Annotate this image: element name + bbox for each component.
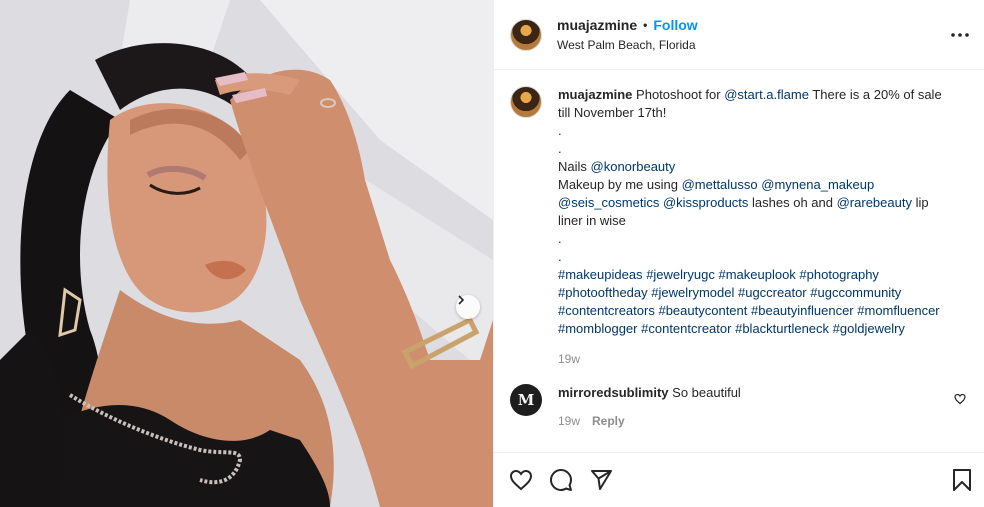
like-button[interactable]: [508, 467, 534, 493]
more-icon: [951, 33, 969, 37]
caption-nails-line: Nails @konorbeauty: [558, 158, 948, 176]
save-button[interactable]: [949, 467, 975, 493]
comment-like-button[interactable]: [954, 392, 966, 405]
comment-timestamp[interactable]: 19w: [558, 414, 580, 428]
author-row: muajazmine • Follow: [557, 17, 698, 33]
caption-dot: .: [558, 141, 562, 156]
commenter-username[interactable]: mirroredsublimity: [558, 385, 669, 400]
author-username[interactable]: muajazmine: [557, 17, 637, 33]
bookmark-icon: [953, 469, 971, 491]
post-image-illustration: [0, 0, 493, 507]
separator-dot: •: [643, 18, 648, 32]
caption-dot: .: [558, 123, 562, 138]
hashtag-link[interactable]: #momblogger: [558, 321, 638, 336]
commenter-avatar[interactable]: M: [510, 384, 542, 416]
post-location[interactable]: West Palm Beach, Florida: [557, 38, 698, 52]
hashtag-link[interactable]: #photography: [799, 267, 879, 282]
caption-text-span: Photoshoot for: [636, 87, 725, 102]
mention-link[interactable]: @mynena_makeup: [761, 177, 874, 192]
mention-link[interactable]: @start.a.flame: [724, 87, 809, 102]
hashtag-link[interactable]: #contentcreator: [641, 321, 731, 336]
carousel-next-button[interactable]: [456, 295, 480, 319]
caption-hashtags: #makeupideas #jewelryugc #makeuplook #ph…: [558, 266, 948, 338]
hashtag-link[interactable]: #beautyinfluencer: [751, 303, 854, 318]
caption-line-1: muajazmine Photoshoot for @start.a.flame…: [558, 86, 948, 122]
reply-button[interactable]: Reply: [592, 414, 625, 428]
hashtag-link[interactable]: #goldjewelry: [833, 321, 905, 336]
post-caption: muajazmine Photoshoot for @start.a.flame…: [510, 86, 968, 368]
comment-text: So beautiful: [672, 385, 741, 400]
hashtag-link[interactable]: #momfluencer: [857, 303, 939, 318]
mention-link[interactable]: @kissproducts: [663, 195, 748, 210]
comments-section: muajazmine Photoshoot for @start.a.flame…: [494, 70, 984, 454]
comment-icon: [550, 469, 572, 491]
author-avatar[interactable]: [510, 18, 542, 51]
hashtag-link[interactable]: #beautycontent: [658, 303, 747, 318]
hashtag-link[interactable]: #ugccommunity: [810, 285, 901, 300]
caption-text-span: lashes oh and: [748, 195, 837, 210]
follow-button[interactable]: Follow: [653, 17, 697, 33]
caption-username[interactable]: muajazmine: [558, 87, 632, 102]
comment-text-row: mirroredsublimity So beautiful: [558, 384, 938, 402]
caption-text: muajazmine Photoshoot for @start.a.flame…: [558, 86, 948, 368]
mention-link[interactable]: @rarebeauty: [837, 195, 912, 210]
mention-link[interactable]: @konorbeauty: [591, 159, 676, 174]
post-side-panel: muajazmine • Follow West Palm Beach, Flo…: [493, 0, 984, 507]
comment-button[interactable]: [548, 467, 574, 493]
author-info: muajazmine • Follow West Palm Beach, Flo…: [557, 17, 698, 52]
hashtag-link[interactable]: #jewelrymodel: [651, 285, 734, 300]
hashtag-link[interactable]: #makeupideas: [558, 267, 643, 282]
hashtag-link[interactable]: #jewelryugc: [646, 267, 715, 282]
hashtag-link[interactable]: #contentcreators: [558, 303, 655, 318]
comment-item: M mirroredsublimity So beautiful 19w Repl…: [510, 384, 968, 430]
hashtag-link[interactable]: #blackturtleneck: [735, 321, 829, 336]
mention-link[interactable]: @seis_cosmetics: [558, 195, 659, 210]
caption-timestamp[interactable]: 19w: [558, 350, 948, 368]
caption-text-span: Nails: [558, 159, 591, 174]
mention-link[interactable]: @mettalusso: [682, 177, 758, 192]
post-header: muajazmine • Follow West Palm Beach, Flo…: [494, 0, 984, 70]
hashtag-link[interactable]: #photooftheday: [558, 285, 648, 300]
caption-makeup-line: Makeup by me using @mettalusso @mynena_m…: [558, 176, 948, 230]
post-image[interactable]: [0, 0, 493, 507]
heart-icon: [509, 469, 533, 491]
comment-meta: 19w Reply: [558, 412, 938, 430]
chevron-right-icon: [458, 295, 465, 305]
hashtag-link[interactable]: #ugccreator: [738, 285, 807, 300]
more-options-button[interactable]: [948, 25, 972, 45]
hashtag-link[interactable]: #makeuplook: [718, 267, 795, 282]
caption-text-span: Makeup by me using: [558, 177, 682, 192]
caption-dot: .: [558, 231, 562, 246]
comment-content: mirroredsublimity So beautiful 19w Reply: [558, 384, 938, 430]
heart-icon: [954, 393, 966, 405]
post-action-bar: [494, 452, 984, 507]
caption-dot: .: [558, 249, 562, 264]
share-icon: [591, 470, 612, 490]
share-button[interactable]: [588, 467, 614, 493]
caption-avatar[interactable]: [510, 86, 542, 118]
